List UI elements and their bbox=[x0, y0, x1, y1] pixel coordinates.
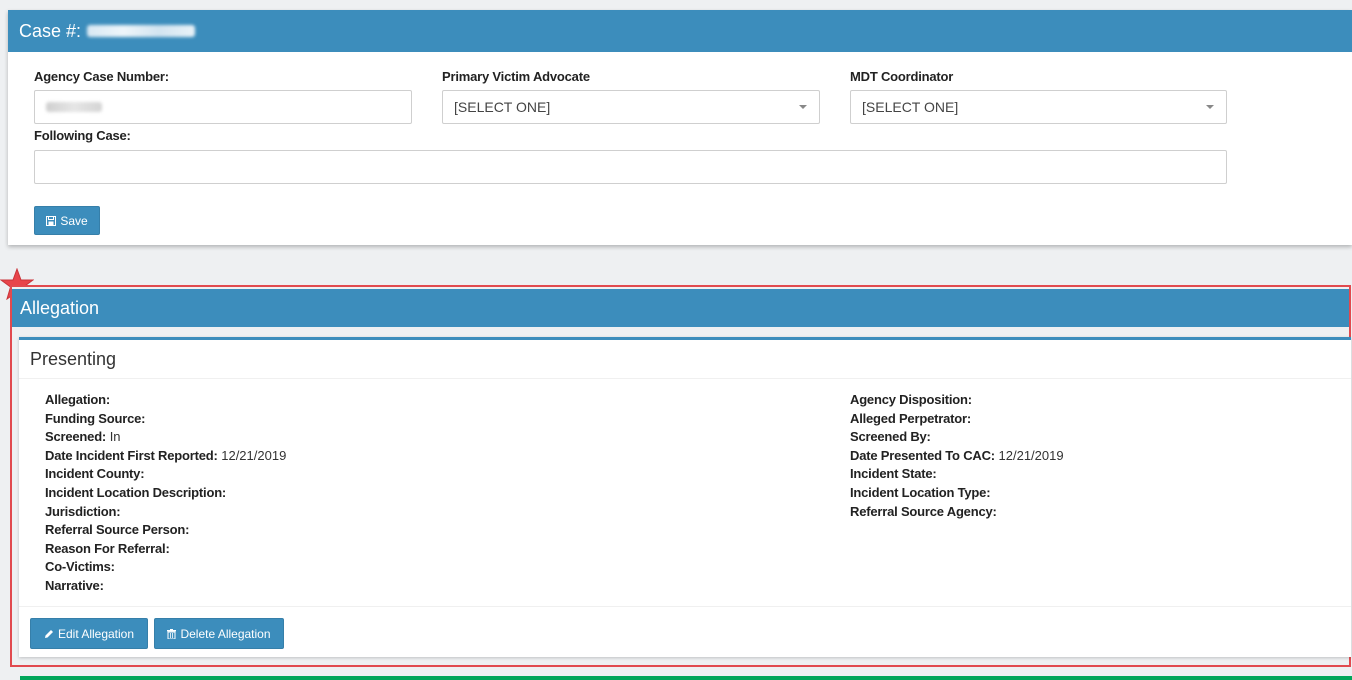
detail-row: Incident Location Type: bbox=[850, 484, 991, 500]
primary-victim-advocate-select[interactable]: [SELECT ONE] bbox=[442, 90, 820, 124]
following-case-label: Following Case: bbox=[34, 128, 131, 143]
floppy-disk-icon bbox=[46, 215, 57, 226]
detail-row: Incident State: bbox=[850, 466, 937, 482]
pencil-icon bbox=[44, 629, 53, 638]
detail-row: Alleged Perpetrator: bbox=[850, 410, 971, 426]
allegation-header: Allegation bbox=[12, 289, 1349, 327]
detail-row: Jurisdiction: bbox=[45, 503, 121, 519]
detail-row: Narrative: bbox=[45, 577, 104, 593]
mdt-coordinator-select[interactable]: [SELECT ONE] bbox=[850, 90, 1227, 124]
detail-row: Date Presented To CAC: 12/21/2019 bbox=[850, 447, 1064, 463]
mdt-coordinator-label: MDT Coordinator bbox=[850, 69, 954, 84]
detail-row: Reason For Referral: bbox=[45, 540, 170, 556]
detail-row: Co-Victims: bbox=[45, 559, 115, 575]
presenting-title: Presenting bbox=[19, 340, 1351, 379]
case-title: Case #: bbox=[19, 20, 82, 41]
detail-row: Screened By: bbox=[850, 429, 931, 445]
detail-row: Funding Source: bbox=[45, 410, 146, 426]
delete-allegation-button[interactable]: Delete Allegation bbox=[154, 618, 284, 649]
primary-victim-advocate-value: [SELECT ONE] bbox=[454, 99, 551, 115]
agency-case-number-redacted bbox=[46, 102, 102, 112]
allegation-panel: Allegation Presenting Allegation: Fundin… bbox=[10, 285, 1351, 667]
save-label: Save bbox=[60, 213, 88, 228]
detail-row: Referral Source Agency: bbox=[850, 503, 997, 519]
agency-case-number-input[interactable] bbox=[34, 90, 412, 124]
detail-row: Incident County: bbox=[45, 466, 145, 482]
edit-allegation-button[interactable]: Edit Allegation bbox=[30, 618, 148, 649]
primary-victim-advocate-label: Primary Victim Advocate bbox=[442, 69, 590, 84]
detail-row: Agency Disposition: bbox=[850, 392, 972, 407]
trash-icon bbox=[167, 628, 177, 639]
delete-allegation-label: Delete Allegation bbox=[180, 626, 271, 641]
presenting-footer bbox=[19, 606, 1351, 607]
following-case-input[interactable] bbox=[34, 150, 1227, 184]
case-number-redacted bbox=[87, 25, 196, 37]
edit-allegation-label: Edit Allegation bbox=[57, 626, 135, 641]
next-panel-border bbox=[20, 676, 1352, 680]
save-button[interactable]: Save bbox=[34, 206, 100, 235]
right-detail-list: Agency Disposition: Alleged Perpetrator:… bbox=[850, 391, 1064, 521]
left-detail-list: Allegation: Funding Source: Screened: In… bbox=[45, 391, 286, 596]
detail-row: Screened: In bbox=[45, 429, 121, 445]
presenting-panel: Presenting Allegation: Funding Source: S… bbox=[19, 337, 1351, 657]
case-header: Case #: bbox=[8, 10, 1352, 52]
mdt-coordinator-value: [SELECT ONE] bbox=[862, 99, 959, 115]
case-panel: Case #: Agency Case Number: Primary Vict… bbox=[8, 10, 1352, 245]
caret-down-icon bbox=[1206, 105, 1214, 109]
agency-case-number-label: Agency Case Number: bbox=[34, 69, 169, 84]
detail-row: Referral Source Person: bbox=[45, 522, 190, 538]
allegation-title: Allegation bbox=[20, 297, 100, 318]
caret-down-icon bbox=[799, 105, 807, 109]
detail-row: Allegation: bbox=[45, 392, 110, 407]
detail-row: Date Incident First Reported: 12/21/2019 bbox=[45, 447, 287, 463]
detail-row: Incident Location Description: bbox=[45, 484, 227, 500]
